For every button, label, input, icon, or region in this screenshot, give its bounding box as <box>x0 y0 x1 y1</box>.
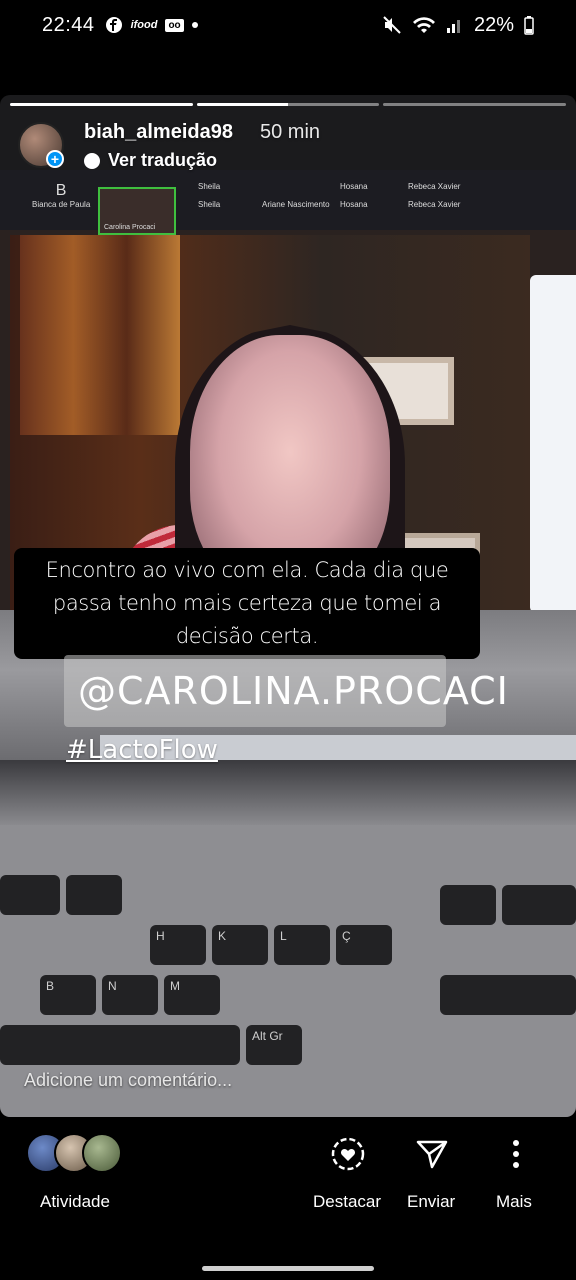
viewer-avatar <box>82 1133 122 1173</box>
keyboard-key: B <box>40 975 96 1015</box>
keyboard-key: N <box>102 975 158 1015</box>
story-username[interactable]: biah_almeida98 <box>84 121 233 144</box>
facebook-icon <box>105 17 122 33</box>
video-call-participant-strip: B Bianca de Paula Sheila Sheila Ariane Nas… <box>0 170 576 230</box>
progress-segment <box>196 103 380 106</box>
system-icons: 22% <box>382 14 534 37</box>
more-label[interactable]: Mais <box>496 1192 532 1212</box>
keyboard-key: M <box>164 975 220 1015</box>
wifi-icon <box>412 17 435 33</box>
participant-tile: Rebeca Xavier Rebeca Xavier <box>408 182 461 209</box>
battery-percent: 22% <box>473 13 514 36</box>
speech-bubble-icon <box>84 152 100 169</box>
notification-icons: ifood oo <box>105 16 198 34</box>
highlight-label[interactable]: Destacar <box>313 1192 381 1212</box>
translate-label: Ver tradução <box>108 150 218 170</box>
keyboard-key: Ç <box>336 925 392 965</box>
home-indicator[interactable] <box>202 1266 374 1271</box>
status-bar: 22:44 ifood oo 22% <box>0 0 576 50</box>
story-progress-bar <box>10 103 567 106</box>
send-label[interactable]: Enviar <box>407 1192 455 1212</box>
participant-tile: B Bianca de Paula <box>32 182 91 209</box>
send-icon[interactable] <box>412 1134 452 1174</box>
meeting-chat-panel <box>530 275 576 613</box>
voicemail-icon: oo <box>165 18 184 32</box>
highlight-heart-icon[interactable] <box>328 1134 368 1174</box>
keyboard-key: H <box>150 925 206 965</box>
signal-icon <box>446 20 460 33</box>
ifood-icon: ifood <box>130 19 158 31</box>
progress-segment <box>383 103 567 106</box>
comment-input[interactable]: Adicione um comentário... <box>24 1070 232 1091</box>
activity-label[interactable]: Atividade <box>40 1192 110 1212</box>
participant-tile: Hosana Hosana <box>340 182 368 209</box>
participant-tile: Ariane Nascimento <box>262 200 330 209</box>
story-caption-text: Encontro ao vivo com ela. Cada dia que p… <box>14 548 480 659</box>
keyboard-key <box>0 875 60 915</box>
progress-segment <box>10 103 193 106</box>
keyboard-key <box>66 875 122 915</box>
more-notifications-dot <box>191 22 198 28</box>
profile-avatar[interactable]: + <box>18 122 64 168</box>
keyboard-key <box>502 885 576 925</box>
activity-viewer-avatars[interactable] <box>26 1133 122 1173</box>
keyboard-key: L <box>274 925 330 965</box>
mute-icon <box>383 16 401 34</box>
story-timestamp: 50 min <box>260 121 321 143</box>
keyboard-key: Alt Gr <box>246 1025 302 1065</box>
participant-tile: Sheila Sheila <box>198 182 221 209</box>
mention-text: @CAROLINA.PROCACI <box>78 669 509 713</box>
clock: 22:44 <box>42 13 95 36</box>
hashtag-sticker[interactable]: #LactoFlow <box>66 735 218 765</box>
keyboard-key: K <box>212 925 268 965</box>
battery-icon <box>524 16 534 35</box>
laptop-hinge <box>0 760 576 825</box>
bookshelf-background <box>20 235 180 435</box>
mention-sticker[interactable]: @CAROLINA.PROCACI <box>64 655 508 727</box>
story-viewer[interactable]: B Bianca de Paula Sheila Sheila Ariane Nas… <box>0 95 576 1117</box>
spacebar-key <box>0 1025 240 1065</box>
keyboard-key <box>440 975 576 1015</box>
active-speaker-thumbnail: Carolina Procaci <box>98 187 176 235</box>
more-options-icon[interactable] <box>496 1134 536 1174</box>
translate-button[interactable]: Ver tradução <box>84 150 217 171</box>
add-icon[interactable]: + <box>46 150 64 168</box>
keyboard-key <box>440 885 496 925</box>
